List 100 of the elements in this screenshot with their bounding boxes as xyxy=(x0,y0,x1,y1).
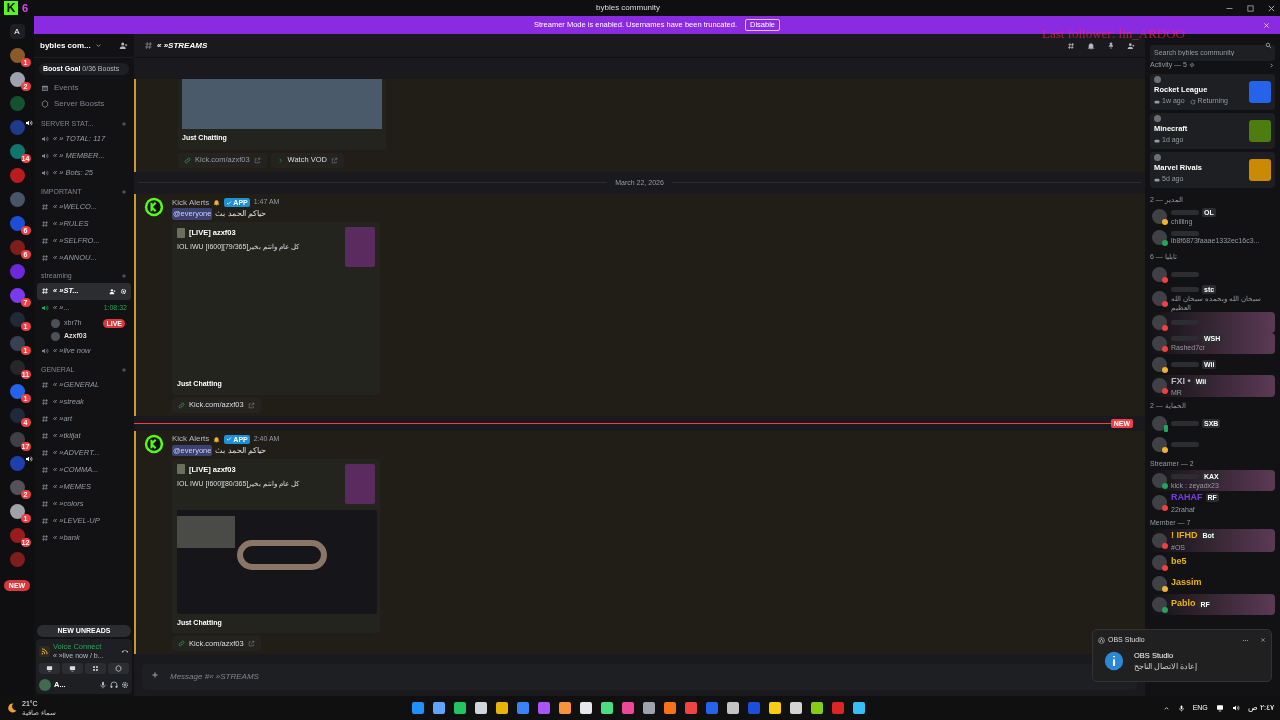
server-icon[interactable] xyxy=(9,336,25,351)
taskbar-app-icon[interactable] xyxy=(559,702,571,714)
hash-icon xyxy=(41,202,49,211)
chevron-right-icon[interactable] xyxy=(1268,61,1275,69)
member-name: be5 xyxy=(1171,555,1187,569)
hash-icon xyxy=(41,448,49,457)
play-icon xyxy=(276,156,284,164)
close-icon[interactable] xyxy=(1267,3,1276,13)
user-list-entry[interactable]: be5 xyxy=(1150,551,1275,573)
taskbar-app-icon[interactable] xyxy=(769,702,781,714)
taskbar-app-icon[interactable] xyxy=(664,702,676,714)
taskbar-app-icon[interactable] xyxy=(853,702,865,714)
server-name: bybles com... xyxy=(40,39,91,52)
gamepad-icon xyxy=(1154,176,1160,183)
avatar xyxy=(1152,314,1167,330)
avatar xyxy=(1152,532,1167,548)
hash-icon xyxy=(41,236,49,245)
hash-icon xyxy=(41,414,49,423)
avatar xyxy=(1154,154,1161,162)
window-title: bybles community xyxy=(596,2,661,14)
hash-icon xyxy=(41,516,49,525)
server-icon[interactable]: A xyxy=(9,24,25,39)
avatar xyxy=(1152,209,1167,224)
taskbar-app-icon[interactable] xyxy=(643,702,655,714)
avatar xyxy=(1152,575,1167,591)
server-icon[interactable] xyxy=(9,504,25,519)
bell-icon[interactable] xyxy=(1087,41,1095,50)
server-icon[interactable] xyxy=(9,384,25,399)
taskbar-app-icon[interactable] xyxy=(517,702,529,714)
maximize-icon[interactable] xyxy=(1246,3,1255,13)
bell-icon xyxy=(213,199,221,206)
avatar xyxy=(1152,266,1167,282)
server-icon[interactable] xyxy=(9,240,25,255)
search-icon xyxy=(1265,42,1272,49)
hash-icon xyxy=(41,499,49,508)
server-icon[interactable] xyxy=(9,48,25,63)
author-name[interactable]: Kick Alerts xyxy=(172,433,210,445)
sidebar-link[interactable]: Events xyxy=(54,82,79,94)
taskbar-app-icon[interactable] xyxy=(475,702,487,714)
rss-icon xyxy=(39,645,50,657)
close-icon[interactable] xyxy=(1260,637,1266,644)
user-list-entry[interactable]: Jassim xyxy=(1150,572,1275,594)
taskbar-app-icon[interactable] xyxy=(454,702,466,714)
speaker-icon xyxy=(41,169,49,177)
taskbar-app-icon[interactable] xyxy=(601,702,613,714)
server-icon[interactable] xyxy=(9,216,25,231)
add-member-icon[interactable] xyxy=(109,287,116,295)
taskbar-app-icon[interactable] xyxy=(622,702,634,714)
grid-icon xyxy=(92,665,99,672)
grid-button[interactable] xyxy=(85,663,106,674)
server-icon[interactable] xyxy=(9,312,25,327)
speaker-icon[interactable] xyxy=(1231,704,1240,712)
sidebar-link[interactable]: Server Boosts xyxy=(54,98,105,110)
taskbar-app-icon[interactable] xyxy=(832,702,844,714)
taskbar-app-icon[interactable] xyxy=(706,702,718,714)
author-name[interactable]: Kick Alerts xyxy=(172,196,210,209)
taskbar-app-icon[interactable] xyxy=(790,702,802,714)
overlay-text: Last follower: lin_ARDOO xyxy=(1042,25,1185,43)
screen-share-button[interactable] xyxy=(62,663,83,674)
moon-icon[interactable] xyxy=(6,702,18,714)
hash-icon xyxy=(41,253,49,262)
server-icon[interactable] xyxy=(9,72,25,87)
hang-up-icon[interactable] xyxy=(121,647,129,655)
hash-icon xyxy=(41,533,49,542)
server-icon[interactable] xyxy=(9,480,25,495)
avatar xyxy=(177,464,185,475)
add-member-icon[interactable] xyxy=(119,41,128,50)
speaker-icon xyxy=(41,347,49,355)
kick-logo: K xyxy=(4,1,18,15)
taskbar-app-icon[interactable] xyxy=(496,702,508,714)
taskbar-app-icon[interactable] xyxy=(727,702,739,714)
taskbar-app-icon[interactable] xyxy=(811,702,823,714)
avatar xyxy=(1152,378,1167,394)
members-icon[interactable] xyxy=(1127,41,1135,50)
check-icon xyxy=(226,199,233,206)
hash-icon xyxy=(41,431,49,440)
microphone-icon[interactable] xyxy=(1177,704,1185,712)
taskbar-app-icon[interactable] xyxy=(580,702,592,714)
hash-icon xyxy=(41,380,49,389)
server-icon[interactable] xyxy=(9,408,25,423)
taskbar-app-icon[interactable] xyxy=(412,702,424,714)
server-icon[interactable] xyxy=(9,288,25,303)
pin-icon[interactable] xyxy=(1107,41,1115,50)
taskbar-app-icon[interactable] xyxy=(538,702,550,714)
headphones-icon[interactable] xyxy=(110,681,118,689)
kick-avatar-icon[interactable] xyxy=(144,197,164,217)
speaker-icon xyxy=(41,135,49,143)
check-icon xyxy=(226,436,233,442)
hash-icon xyxy=(144,41,153,50)
kick-avatar-icon[interactable] xyxy=(144,433,164,454)
display-icon[interactable] xyxy=(1215,704,1224,712)
avatar xyxy=(1154,115,1161,123)
taskbar-app-icon[interactable] xyxy=(685,702,697,714)
microphone-icon[interactable] xyxy=(99,681,107,689)
taskbar-app-icon[interactable] xyxy=(433,702,445,714)
member-name: FXI • xyxy=(1171,374,1191,388)
member-name: RAHAF xyxy=(1171,491,1203,504)
hash-icon xyxy=(41,219,49,228)
chevron-up-icon[interactable] xyxy=(1162,704,1170,712)
link-icon xyxy=(178,401,185,409)
